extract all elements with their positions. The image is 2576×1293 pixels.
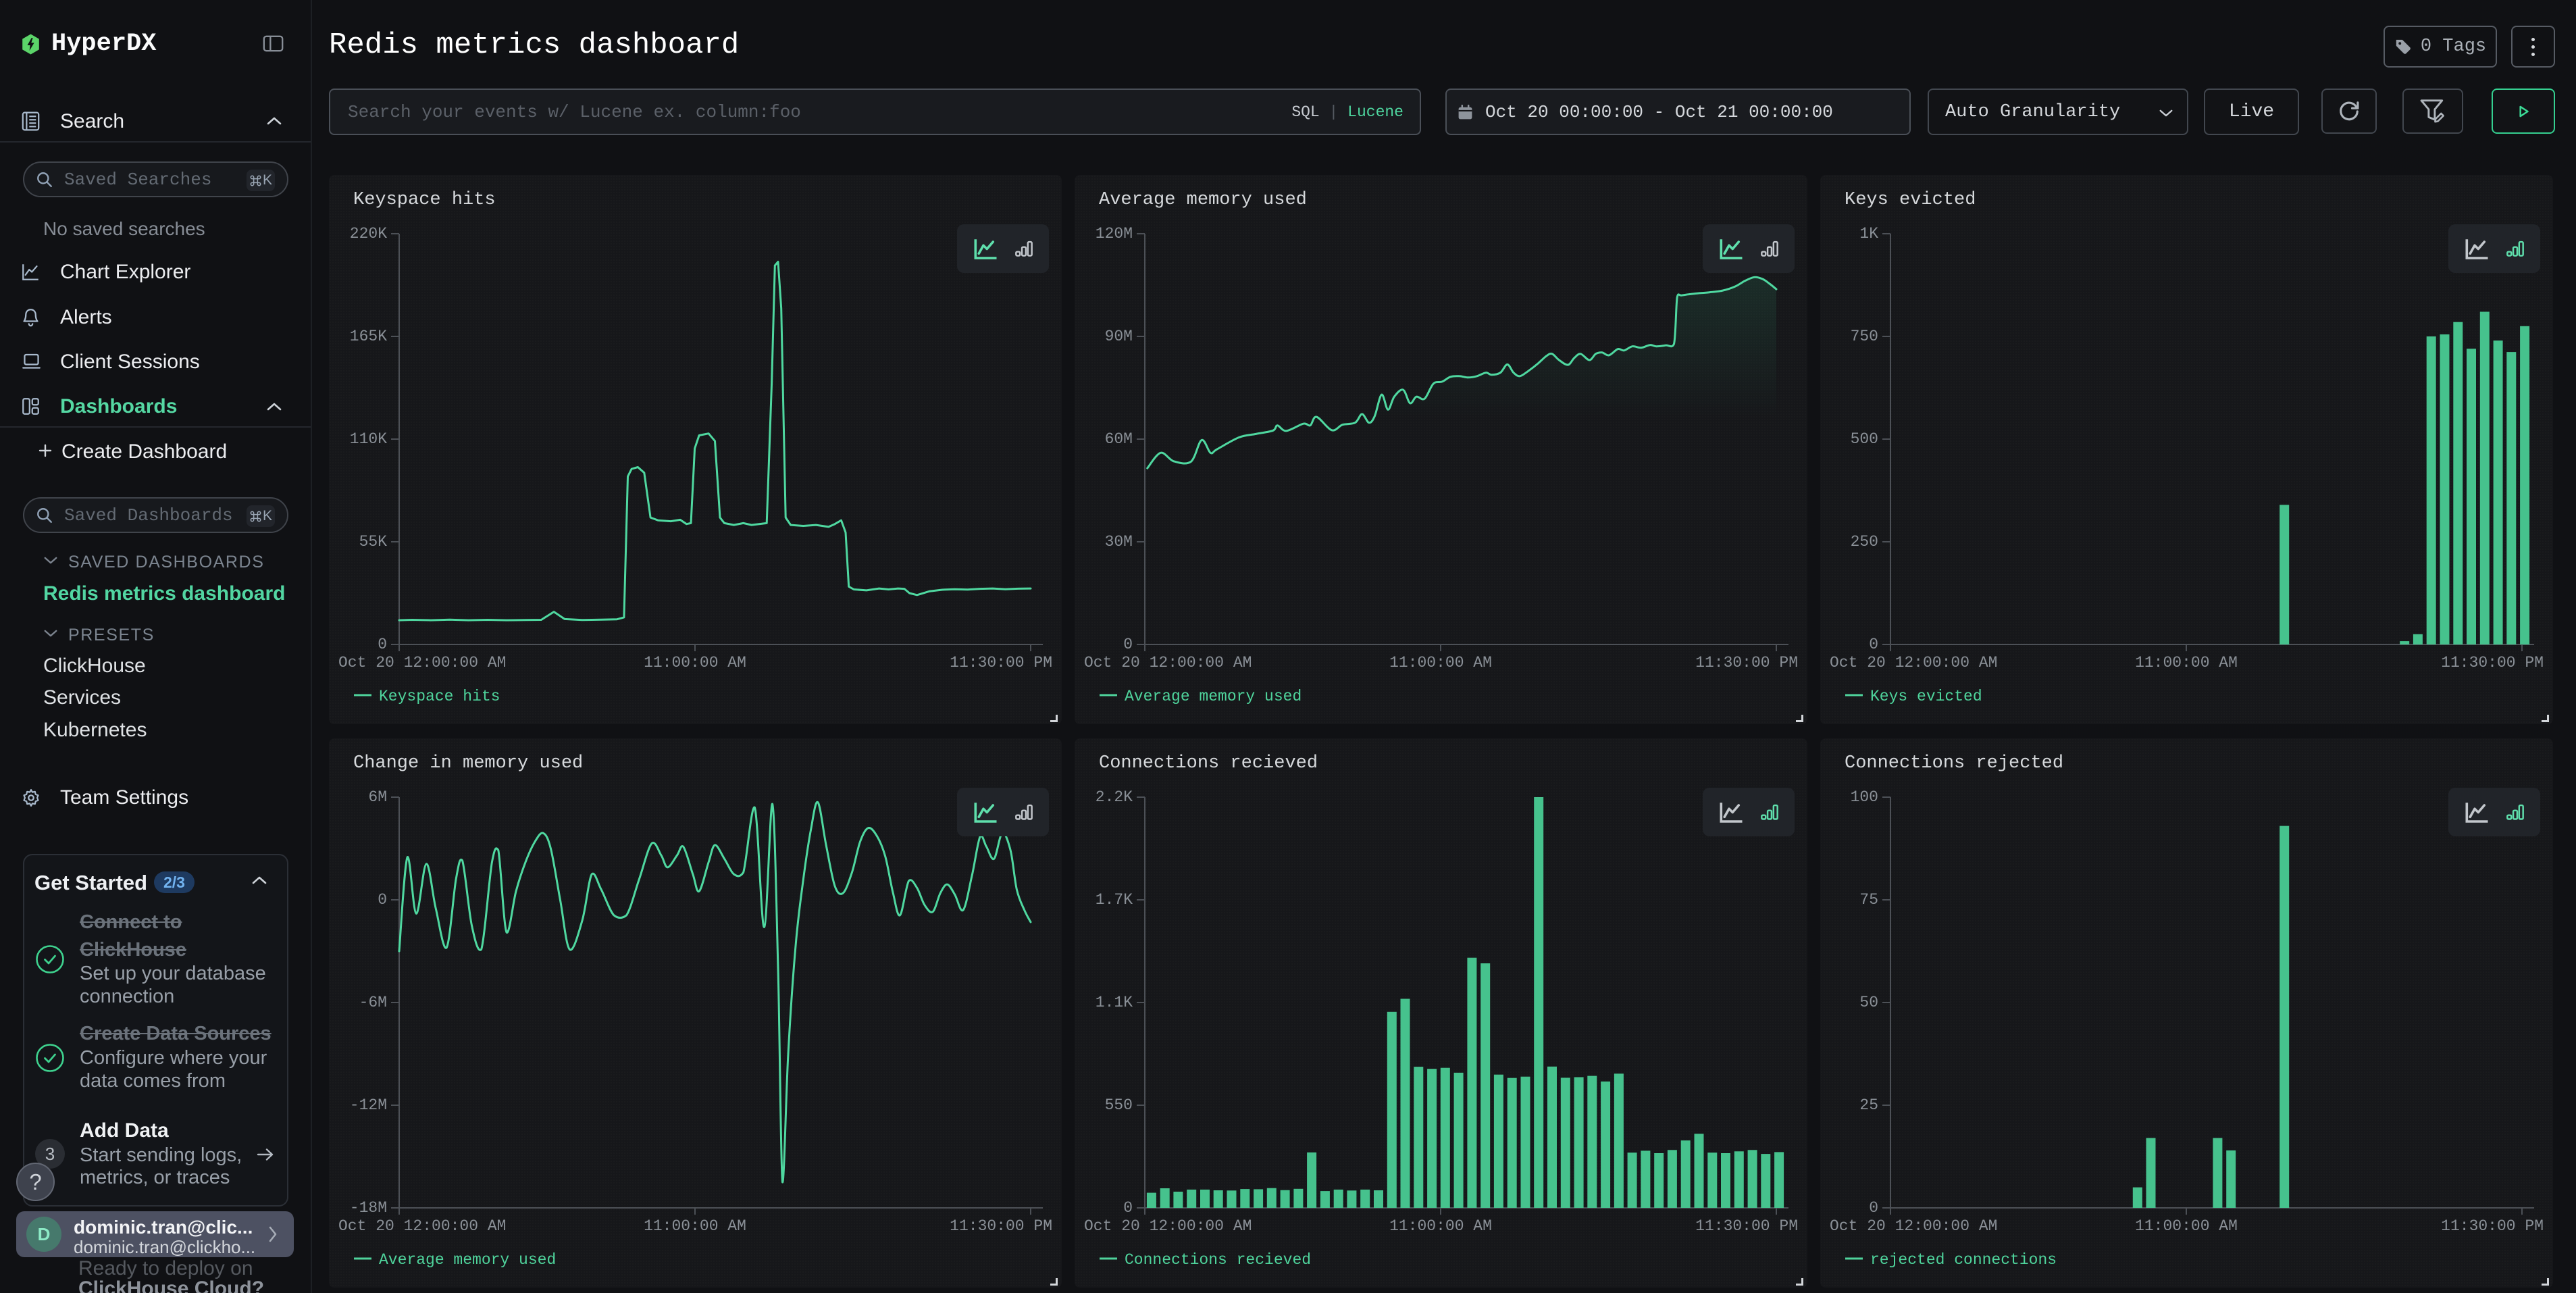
svg-text:2.2K: 2.2K — [1096, 788, 1133, 806]
svg-text:250: 250 — [1851, 533, 1878, 551]
svg-text:220K: 220K — [350, 225, 387, 243]
svg-text:11:00:00 AM: 11:00:00 AM — [1389, 1217, 1492, 1235]
svg-text:500: 500 — [1851, 430, 1878, 448]
svg-text:Connections recieved: Connections recieved — [1125, 1251, 1311, 1269]
svg-text:30M: 30M — [1105, 533, 1133, 551]
svg-text:11:00:00 AM: 11:00:00 AM — [644, 654, 746, 671]
svg-text:Average memory used: Average memory used — [379, 1251, 556, 1269]
svg-text:1.7K: 1.7K — [1096, 891, 1133, 909]
svg-text:-18M: -18M — [350, 1199, 387, 1217]
svg-text:50: 50 — [1859, 994, 1878, 1011]
svg-text:Oct 20 12:00:00 AM: Oct 20 12:00:00 AM — [338, 654, 506, 671]
svg-text:Oct 20 12:00:00 AM: Oct 20 12:00:00 AM — [1830, 654, 1997, 671]
svg-text:120M: 120M — [1096, 225, 1133, 243]
svg-text:0: 0 — [378, 636, 387, 653]
svg-text:Oct 20 12:00:00 AM: Oct 20 12:00:00 AM — [1084, 654, 1252, 671]
svg-text:165K: 165K — [350, 328, 387, 345]
svg-text:0: 0 — [1869, 1199, 1878, 1217]
svg-text:0: 0 — [1123, 636, 1133, 653]
svg-text:Oct 20 12:00:00 AM: Oct 20 12:00:00 AM — [1084, 1217, 1252, 1235]
svg-text:11:00:00 AM: 11:00:00 AM — [2135, 1217, 2238, 1235]
svg-text:100: 100 — [1851, 788, 1878, 806]
svg-text:Average memory used: Average memory used — [1125, 688, 1302, 705]
svg-text:Oct 20 12:00:00 AM: Oct 20 12:00:00 AM — [1830, 1217, 1997, 1235]
svg-text:rejected connections: rejected connections — [1870, 1251, 2057, 1269]
svg-text:25: 25 — [1859, 1096, 1878, 1114]
svg-text:60M: 60M — [1105, 430, 1133, 448]
svg-text:-12M: -12M — [350, 1096, 387, 1114]
svg-text:11:30:00 PM: 11:30:00 PM — [2441, 654, 2544, 671]
svg-text:11:30:00 PM: 11:30:00 PM — [1695, 654, 1798, 671]
svg-text:Keys evicted: Keys evicted — [1870, 688, 1982, 705]
svg-text:1K: 1K — [1859, 225, 1878, 243]
svg-text:11:30:00 PM: 11:30:00 PM — [1695, 1217, 1798, 1235]
svg-text:11:30:00 PM: 11:30:00 PM — [950, 1217, 1052, 1235]
svg-text:11:00:00 AM: 11:00:00 AM — [1389, 654, 1492, 671]
svg-text:750: 750 — [1851, 328, 1878, 345]
svg-text:0: 0 — [1869, 636, 1878, 653]
svg-text:55K: 55K — [359, 533, 388, 551]
svg-text:6M: 6M — [368, 788, 387, 806]
svg-text:1.1K: 1.1K — [1096, 994, 1133, 1011]
svg-text:90M: 90M — [1105, 328, 1133, 345]
svg-text:110K: 110K — [350, 430, 387, 448]
svg-text:11:00:00 AM: 11:00:00 AM — [2135, 654, 2238, 671]
svg-text:11:30:00 PM: 11:30:00 PM — [950, 654, 1052, 671]
svg-text:Keyspace hits: Keyspace hits — [379, 688, 500, 705]
svg-text:75: 75 — [1859, 891, 1878, 909]
svg-text:Oct 20 12:00:00 AM: Oct 20 12:00:00 AM — [338, 1217, 506, 1235]
svg-text:11:00:00 AM: 11:00:00 AM — [644, 1217, 746, 1235]
svg-text:11:30:00 PM: 11:30:00 PM — [2441, 1217, 2544, 1235]
svg-text:0: 0 — [378, 891, 387, 909]
svg-text:0: 0 — [1123, 1199, 1133, 1217]
svg-text:-6M: -6M — [359, 994, 387, 1011]
svg-text:550: 550 — [1105, 1096, 1133, 1114]
